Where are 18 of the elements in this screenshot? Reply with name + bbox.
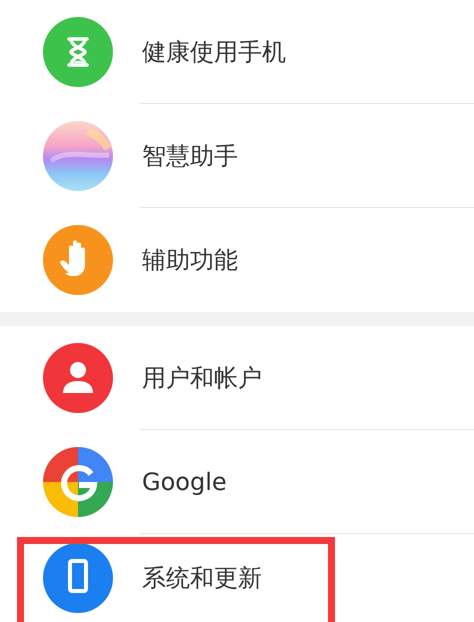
settings-item[interactable]: 智慧助手	[0, 104, 474, 208]
item-label: 健康使用手机	[142, 37, 286, 68]
item-label: 辅助功能	[142, 245, 238, 276]
item-label: 用户和帐户	[142, 363, 262, 394]
hand-icon	[43, 225, 113, 295]
hourglass-icon	[43, 17, 113, 87]
item-label: 智慧助手	[142, 141, 238, 172]
person-icon	[43, 343, 113, 413]
g-logo-icon	[43, 447, 113, 517]
settings-item[interactable]: Google	[0, 430, 474, 534]
settings-item[interactable]: 健康使用手机	[0, 0, 474, 104]
settings-item[interactable]: 系统和更新	[0, 534, 474, 622]
orb-icon	[43, 121, 113, 191]
phone-icon	[43, 543, 113, 613]
item-label: Google	[142, 468, 227, 496]
settings-item[interactable]: 用户和帐户	[0, 326, 474, 430]
settings-item[interactable]: 辅助功能	[0, 208, 474, 312]
item-label: 系统和更新	[142, 563, 262, 594]
